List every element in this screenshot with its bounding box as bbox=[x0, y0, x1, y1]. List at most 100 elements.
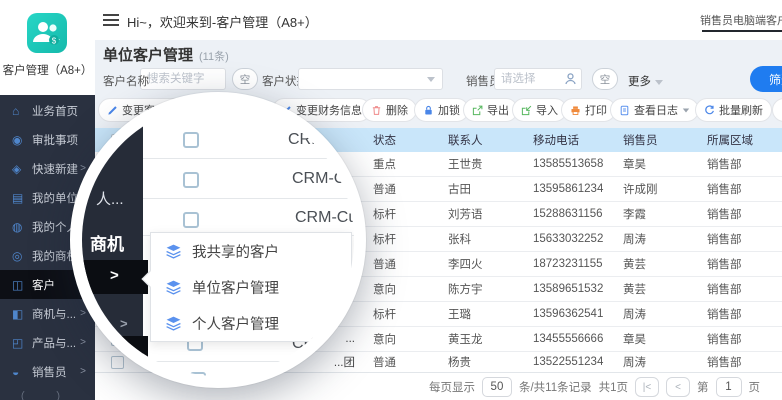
app-title: 客户管理（A8+） bbox=[0, 62, 95, 78]
app-logo-icon[interactable]: $ bbox=[27, 13, 67, 53]
sidebar-item-quick-new[interactable]: ◈ 快速新建 > bbox=[0, 154, 95, 183]
sidebar-item-salesman[interactable]: ◒ 销售员 > bbox=[0, 357, 95, 386]
status-cell: 标杆 bbox=[365, 231, 448, 247]
chevron-right-icon: > bbox=[120, 316, 128, 331]
person-icon bbox=[564, 72, 577, 85]
row-checkbox[interactable] bbox=[183, 212, 199, 228]
lens-row-divider bbox=[143, 361, 366, 362]
lens-sidebar-fragment: 人... bbox=[96, 188, 124, 209]
tab-sales-pc-customer[interactable]: 销售员电脑端客户管理 bbox=[700, 12, 782, 28]
name-empty-toggle[interactable]: 空 bbox=[232, 68, 258, 90]
sidebar-item-products-etc[interactable]: ◰ 产品与... > bbox=[0, 328, 95, 357]
per-page-input[interactable] bbox=[482, 377, 512, 397]
trash-icon bbox=[371, 105, 382, 116]
salesman-empty-toggle[interactable]: 空 bbox=[592, 68, 618, 90]
personal-icon: ◍ bbox=[12, 220, 25, 234]
record-count: (11条) bbox=[199, 51, 229, 63]
customer-status-select[interactable] bbox=[298, 68, 443, 90]
printer-icon bbox=[570, 105, 581, 116]
lens-active-menu-row: > bbox=[82, 260, 148, 294]
col-sales-header: 销售员 bbox=[623, 132, 707, 148]
view-log-button[interactable]: 查看日志 bbox=[610, 98, 699, 122]
status-cell: 普通 bbox=[365, 181, 448, 197]
business-chart-icon: ◧ bbox=[12, 307, 25, 321]
col-mobile-header: 移动电话 bbox=[533, 132, 623, 148]
sidebar-footer-fragment: （ ） bbox=[0, 388, 95, 400]
magnifier-lens: 人... 商机 > > > CR... CRM-Cu CRM-Cu00 00 C… bbox=[70, 92, 366, 388]
row-checkbox[interactable] bbox=[183, 172, 199, 188]
import-button[interactable]: 导入 bbox=[512, 98, 567, 122]
menu-hamburger-icon[interactable] bbox=[103, 14, 119, 26]
layers-icon bbox=[165, 315, 182, 332]
status-cell: 普通 bbox=[365, 354, 448, 370]
page-suffix: 页 bbox=[749, 379, 761, 395]
status-cell: 意向 bbox=[365, 331, 448, 347]
chevron-down-icon bbox=[655, 80, 663, 85]
unit-icon: ▤ bbox=[12, 191, 25, 205]
chevron-right-icon: > bbox=[116, 347, 124, 362]
total-pages-label: 共1页 bbox=[599, 379, 628, 395]
sidebar-item-approvals[interactable]: ◉ 审批事项 bbox=[0, 125, 95, 154]
chevron-down-icon bbox=[427, 77, 435, 82]
lens-customer-name: CRM-Cu00 bbox=[295, 209, 366, 227]
sidebar-item-opportunity-etc[interactable]: ◧ 商机与... > bbox=[0, 299, 95, 328]
status-cell: 普通 bbox=[365, 256, 448, 272]
lens-dark-menu-row: > bbox=[86, 336, 148, 376]
submenu-item-unit-customer-mgmt[interactable]: 单位客户管理 bbox=[151, 269, 351, 305]
approval-icon: ◉ bbox=[12, 133, 25, 147]
customer-name-label: 客户名称 bbox=[103, 73, 149, 89]
chevron-down-icon bbox=[683, 108, 689, 112]
lens-customer-name: CR... bbox=[288, 131, 324, 149]
people-icon: $ bbox=[27, 13, 67, 53]
opportunity-icon: ◎ bbox=[12, 249, 25, 263]
refresh-icon bbox=[704, 105, 715, 116]
layers-icon bbox=[165, 279, 182, 296]
customer-icon: ◫ bbox=[12, 278, 25, 292]
row-checkbox[interactable] bbox=[190, 372, 206, 388]
page-title: 单位客户管理(11条) bbox=[103, 44, 229, 65]
lens-sidebar-fragment: 商机 bbox=[90, 230, 124, 255]
more-filters-link[interactable]: 更多 bbox=[628, 73, 663, 89]
col-region-header: 所属区域 bbox=[707, 132, 782, 148]
submenu-item-personal-customer-mgmt[interactable]: 个人客户管理 bbox=[151, 305, 351, 341]
topbar: Hi~，欢迎来到-客户管理（A8+） 销售员电脑端客户管理 bbox=[95, 0, 782, 40]
log-document-icon bbox=[619, 105, 630, 116]
prev-page-button[interactable]: < bbox=[666, 377, 690, 397]
salesman-icon: ◒ bbox=[12, 365, 25, 379]
logo-area: $ 客户管理（A8+） bbox=[0, 0, 95, 95]
batch-refresh-button[interactable]: 批量刷新 bbox=[695, 98, 772, 122]
col-contact-header: 联系人 bbox=[448, 132, 533, 148]
lens-row-divider bbox=[143, 198, 366, 199]
customer-submenu-popup: 我共享的客户 单位客户管理 个人客户管理 bbox=[150, 232, 352, 342]
row-checkbox[interactable] bbox=[183, 132, 199, 148]
submenu-item-shared-customers[interactable]: 我共享的客户 bbox=[151, 233, 351, 269]
layers-icon bbox=[165, 243, 182, 260]
product-icon: ◰ bbox=[12, 336, 25, 350]
lock-icon bbox=[423, 105, 434, 116]
status-cell: 标杆 bbox=[365, 306, 448, 322]
search-filter-button[interactable]: 筛选 bbox=[750, 66, 782, 92]
first-page-button[interactable]: |< bbox=[635, 377, 659, 397]
active-tab-underline bbox=[702, 30, 782, 32]
page-number-input[interactable] bbox=[716, 377, 742, 397]
lens-row-divider bbox=[143, 158, 366, 159]
home-icon: ⌂ bbox=[12, 104, 25, 118]
customer-name-input[interactable] bbox=[140, 68, 226, 90]
status-cell: 重点 bbox=[365, 156, 448, 172]
print-button[interactable]: 打印 bbox=[561, 98, 616, 122]
per-page-label: 每页显示 bbox=[429, 379, 475, 395]
chevron-right-icon: > bbox=[110, 267, 119, 284]
delete-button[interactable]: 删除 bbox=[362, 98, 417, 122]
lens-customer-name: CRM-Cu bbox=[292, 170, 354, 188]
total-records-label: 条/共11条记录 bbox=[519, 379, 592, 395]
status-cell: 意向 bbox=[365, 281, 448, 297]
col-status-header: 状态 bbox=[365, 132, 448, 148]
export-button[interactable]: 导出 bbox=[463, 98, 518, 122]
import-icon bbox=[521, 105, 532, 116]
status-cell: 标杆 bbox=[365, 206, 448, 222]
svg-text:$: $ bbox=[52, 37, 57, 46]
sidebar-item-business-home[interactable]: ⌂ 业务首页 bbox=[0, 96, 95, 125]
welcome-text: Hi~，欢迎来到-客户管理（A8+） bbox=[127, 12, 318, 31]
page-prefix: 第 bbox=[697, 379, 709, 395]
lock-button[interactable]: 加锁 bbox=[414, 98, 469, 122]
